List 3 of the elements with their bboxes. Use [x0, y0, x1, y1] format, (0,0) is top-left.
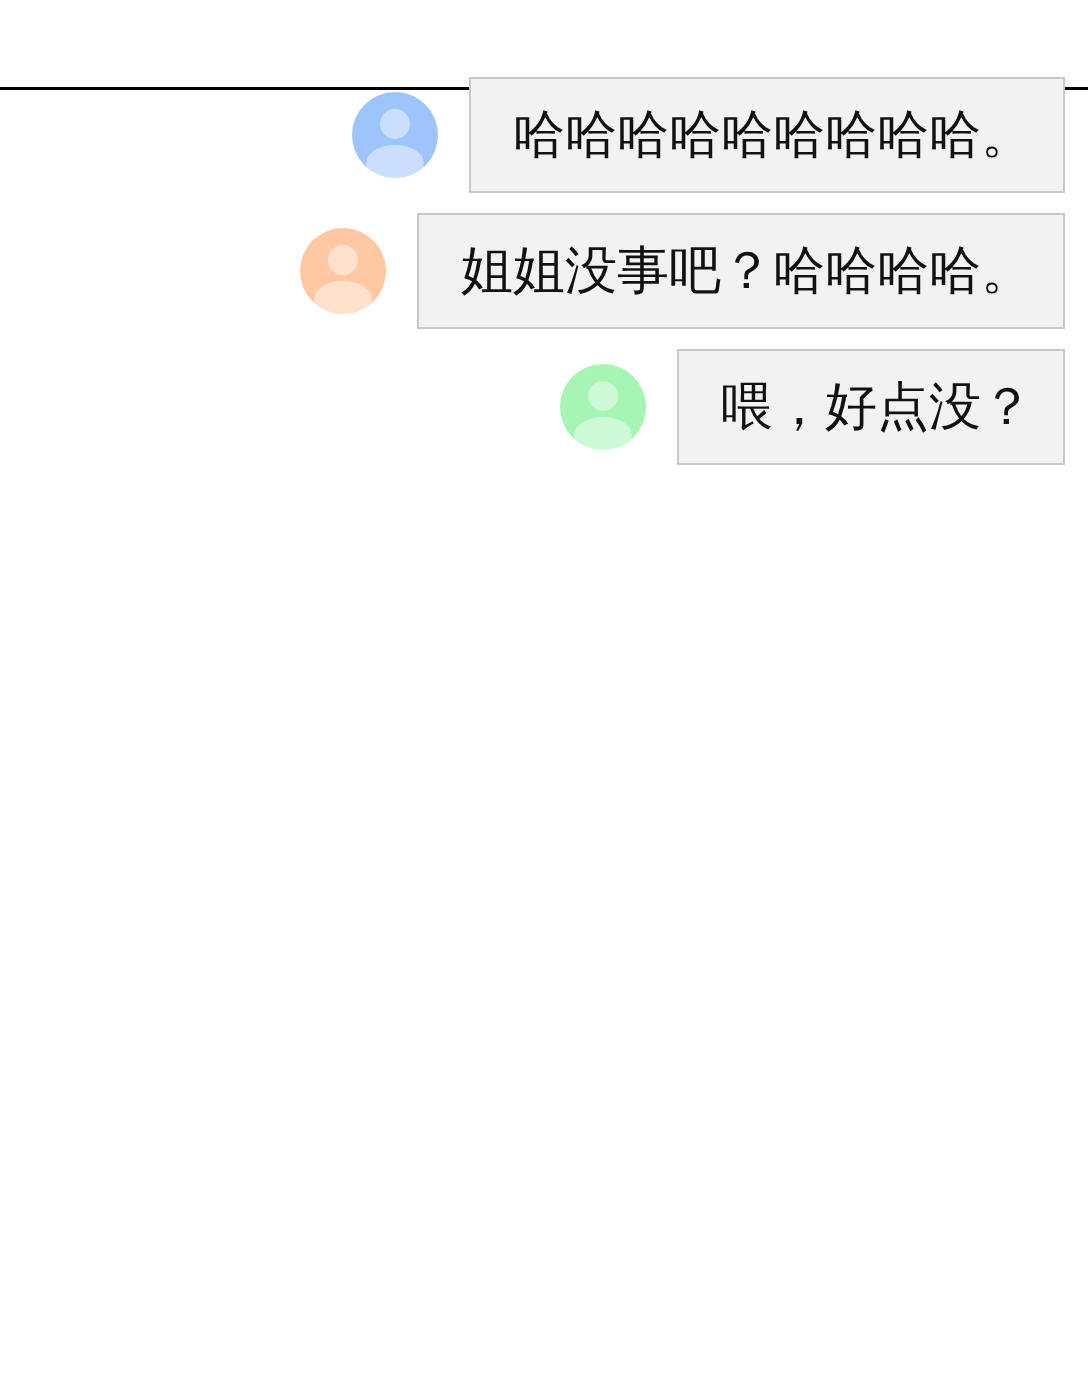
- message-bubble: 姐姐没事吧？哈哈哈哈。: [417, 213, 1065, 329]
- message-bubble: 哈哈哈哈哈哈哈哈哈。: [469, 77, 1065, 193]
- message-bubble: 喂，好点没？: [677, 349, 1065, 465]
